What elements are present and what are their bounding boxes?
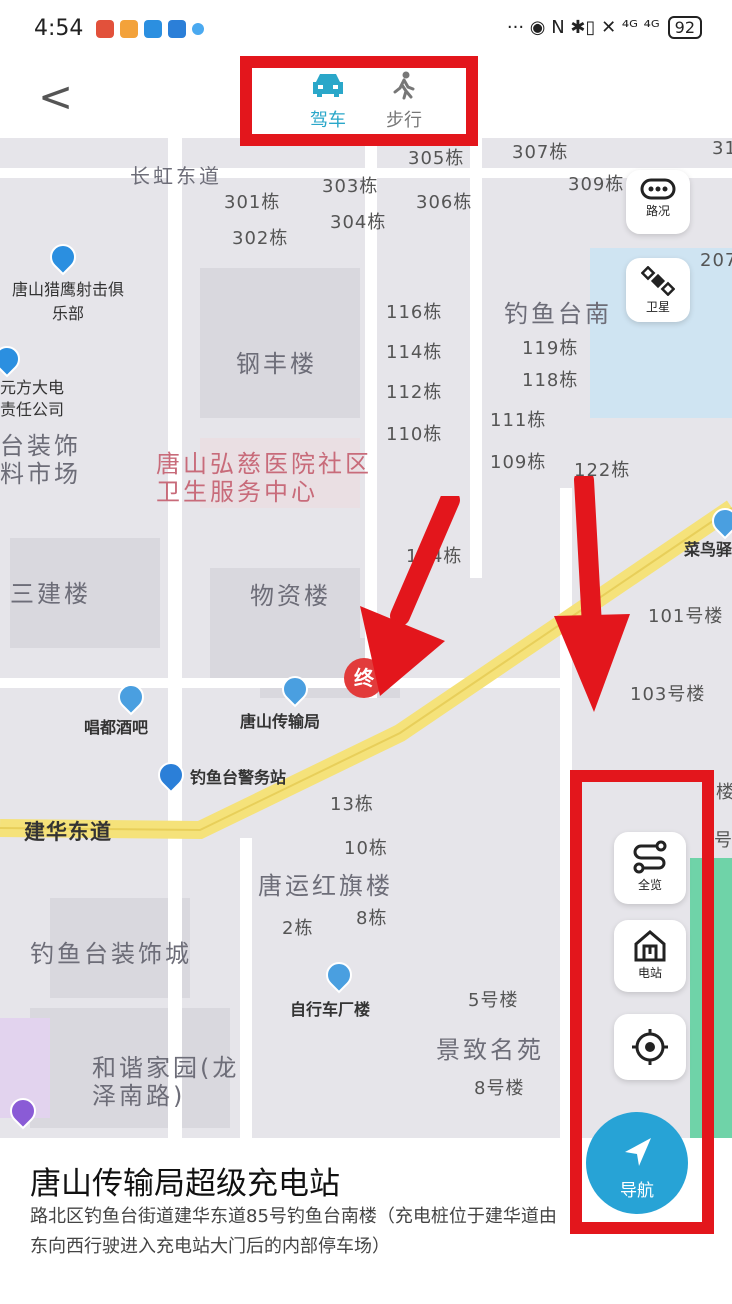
place-address: 路北区钓鱼台街道建华东道85号钓鱼台南楼（充电桩位于建华道由东向西行驶进入充电站…: [30, 1206, 557, 1257]
app-notification-icon: [144, 20, 162, 38]
map-label: 号: [714, 830, 732, 851]
map-label: 唐运红旗楼: [258, 872, 393, 900]
road-name-label: 建华东道: [24, 820, 112, 844]
map-label: 元方大电: [0, 378, 65, 397]
map-label: 责任公司: [0, 400, 65, 419]
satellite-icon: [641, 266, 675, 296]
poi-label[interactable]: 唐山猎鹰射击俱乐部: [8, 276, 128, 324]
map-label: 119栋: [522, 338, 579, 359]
map-label: 钢丰楼: [236, 350, 317, 378]
map-label: 物资楼: [250, 582, 331, 610]
poi-label[interactable]: 唐山传输局: [240, 708, 320, 732]
map-label: 301栋: [224, 192, 281, 213]
poi-label[interactable]: 唱都酒吧: [84, 714, 148, 738]
map-label: 三建楼: [10, 580, 91, 608]
status-system-icons: ··· ◉ N ✱▯ ✕ ⁴ᴳ ⁴ᴳ 92: [507, 16, 702, 39]
back-button[interactable]: <: [38, 76, 73, 118]
place-title: 唐山传输局超级充电站: [30, 1166, 340, 1202]
map-label: 109栋: [490, 452, 547, 473]
poi-label[interactable]: 菜鸟驿: [684, 536, 732, 560]
map-label: 8栋: [356, 908, 388, 929]
map-label: 10栋: [344, 838, 388, 859]
map-label: 103号楼: [630, 684, 706, 705]
map-label: 料市场: [0, 460, 81, 488]
highlight-arrow-icon: [554, 476, 630, 712]
poi-label[interactable]: 自行车厂楼: [290, 996, 370, 1020]
highlight-box-mode-tabs: [240, 56, 478, 146]
battery-indicator: 92: [667, 16, 702, 39]
map-label: 2栋: [282, 918, 314, 939]
app-notification-icon: [96, 20, 114, 38]
map-label: 303栋: [322, 176, 379, 197]
map-label: 长虹东道: [130, 164, 222, 188]
map-label: 112栋: [386, 382, 443, 403]
status-app-icons: [96, 20, 204, 38]
map-label: 304栋: [330, 212, 387, 233]
map-label: 101号楼: [648, 606, 724, 627]
map-label: 114栋: [386, 342, 443, 363]
status-time: 4:54: [34, 16, 84, 41]
satellite-button[interactable]: 卫星: [626, 258, 690, 322]
traffic-button[interactable]: 路况: [626, 170, 690, 234]
satellite-label: 卫星: [645, 300, 670, 314]
map-label: 13栋: [330, 794, 374, 815]
map-label: 钓鱼台装饰城: [30, 940, 192, 968]
traffic-icon: [640, 178, 676, 200]
highlight-arrow-icon: [360, 496, 460, 696]
map-label: 207: [700, 250, 732, 271]
system-icons-text: ··· ◉ N ✱▯ ✕ ⁴ᴳ ⁴ᴳ: [506, 17, 660, 38]
map-label: 116栋: [386, 302, 443, 323]
map-label: 31: [712, 138, 732, 159]
app-notification-icon: [168, 20, 186, 38]
app-notification-icon: [192, 23, 204, 35]
map-label: 景致名苑: [436, 1036, 544, 1064]
community-label: 和谐家园(龙泽南路): [92, 1054, 240, 1110]
map-label: 5号楼: [468, 990, 519, 1011]
map-label: 309栋: [568, 174, 625, 195]
map-label: 楼: [716, 782, 732, 803]
highlight-box-map-controls: [570, 770, 714, 1234]
status-bar: 4:54 ··· ◉ N ✱▯ ✕ ⁴ᴳ ⁴ᴳ 92: [0, 0, 732, 64]
map-label: 305栋: [408, 148, 465, 169]
map-label: 110栋: [386, 424, 443, 445]
map-label: 118栋: [522, 370, 579, 391]
map-label: 111栋: [490, 410, 547, 431]
map-label: 306栋: [416, 192, 473, 213]
app-notification-icon: [120, 20, 138, 38]
traffic-label: 路况: [645, 204, 670, 218]
map-label: 302栋: [232, 228, 289, 249]
map-label: 8号楼: [474, 1078, 525, 1099]
poi-label[interactable]: 钓鱼台警务站: [190, 764, 286, 788]
map-label: 307栋: [512, 142, 569, 163]
map-label: 钓鱼台南: [504, 300, 612, 328]
